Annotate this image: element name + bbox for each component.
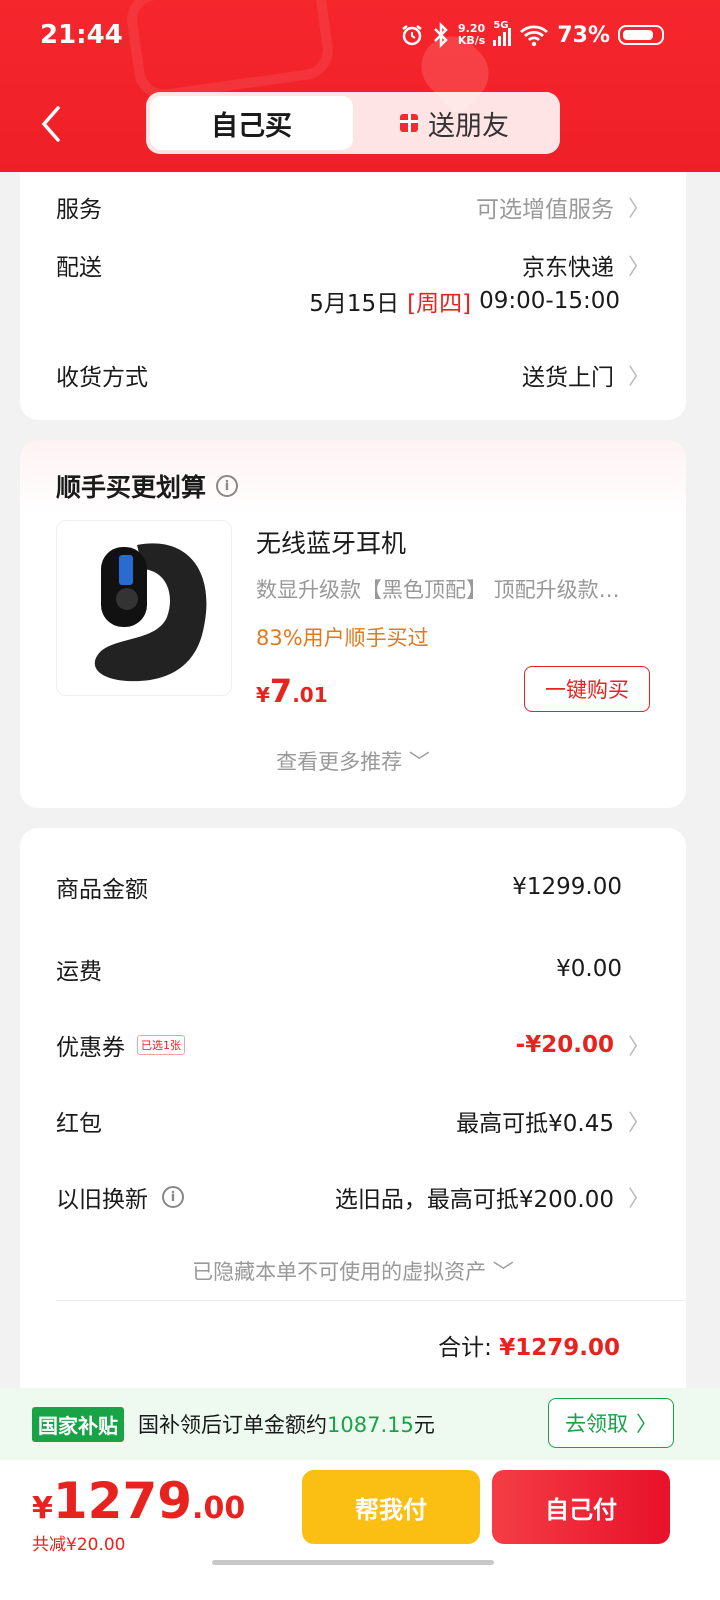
subsidy-text-b: 元: [413, 1413, 435, 1437]
signal-label: 5G: [493, 20, 509, 31]
delivery-card: 服务 可选增值服务 〉 配送 京东快递 〉 5月15日 [周四] 09:00-1…: [20, 172, 686, 420]
receive-value: 送货上门: [521, 365, 614, 391]
subsidy-text: 国补领后订单金额约1087.15元: [138, 1409, 435, 1439]
see-more-recommend[interactable]: 查看更多推荐 ﹀: [20, 746, 686, 776]
wifi-icon: [520, 25, 549, 47]
see-more-label: 查看更多推荐: [276, 750, 403, 774]
payable-price: ¥1279.00: [32, 1472, 245, 1530]
order-total: 合计: ¥1279.00: [438, 1328, 620, 1362]
coupon-label: 优惠券: [56, 1035, 125, 1061]
tab-self-buy[interactable]: 自己买: [150, 96, 353, 150]
tab-gift-label: 送朋友: [428, 110, 509, 142]
shipping-value: 京东快递: [521, 255, 614, 281]
freight-value: ¥0.00: [556, 956, 622, 982]
coupon-value: -¥20.00: [515, 1032, 614, 1058]
chevron-down-icon: ﹀: [408, 750, 430, 774]
gift-icon: [400, 114, 418, 132]
help-me-pay-button[interactable]: 帮我付: [302, 1470, 480, 1544]
checkout-bar: ¥1279.00 共减¥20.00 帮我付 自己付: [0, 1460, 720, 1600]
add-on-recommend-card: 顺手买更划算 i 无线蓝牙耳机 数显升级款【黑色顶配】 顶配升级款… 83%用户…: [20, 440, 686, 808]
delivery-window: 09:00-15:00: [479, 288, 620, 314]
delivery-time[interactable]: 5月15日 [周四] 09:00-15:00: [56, 284, 650, 318]
alarm-icon: [402, 25, 422, 46]
subsidy-text-a: 国补领后订单金额约: [138, 1413, 327, 1437]
chevron-right-icon: 〉: [636, 1412, 657, 1436]
earphone-product-image[interactable]: [56, 520, 232, 696]
battery-icon: [618, 25, 664, 45]
payable-dec: .00: [192, 1491, 246, 1526]
freight-label: 运费: [56, 959, 102, 985]
goods-amount-row: 商品金额 ¥1299.00: [56, 870, 650, 904]
top-header: 21:44 9.20 KB/s 5G 73% 自己买 送朋友: [0, 0, 720, 172]
trade-in-label: 以旧换新: [56, 1187, 148, 1213]
goods-amount-label: 商品金额: [56, 877, 148, 903]
service-value: 可选增值服务: [475, 197, 614, 223]
shipping-label: 配送: [56, 255, 102, 281]
coupon-row[interactable]: 优惠券 已选1张 -¥20.00 〉: [56, 1028, 650, 1062]
chevron-down-icon: ﹀: [492, 1260, 514, 1284]
home-indicator[interactable]: [212, 1560, 494, 1565]
recommend-title-text: 顺手买更划算: [56, 473, 207, 502]
total-label: 合计:: [438, 1335, 492, 1361]
trade-in-row[interactable]: 以旧换新 i 选旧品，最高可抵¥200.00 〉: [56, 1180, 650, 1214]
service-row[interactable]: 服务 可选增值服务 〉: [56, 190, 650, 224]
total-value: ¥1279.00: [499, 1335, 620, 1361]
receive-method-row[interactable]: 收货方式 送货上门 〉: [56, 358, 650, 392]
recommend-title: 顺手买更划算 i: [56, 468, 239, 504]
product-price: ¥7.01: [256, 672, 328, 710]
delivery-weekday: [周四]: [407, 291, 472, 317]
status-bar: 21:44 9.20 KB/s 5G 73%: [0, 18, 720, 58]
service-label: 服务: [56, 197, 102, 223]
chevron-right-icon: 〉: [627, 1035, 650, 1060]
hidden-assets-toggle[interactable]: 已隐藏本单不可使用的虚拟资产 ﹀: [20, 1256, 686, 1286]
hidden-assets-label: 已隐藏本单不可使用的虚拟资产: [192, 1260, 487, 1284]
payable-yen: ¥: [32, 1491, 53, 1526]
red-packet-label: 红包: [56, 1111, 102, 1137]
earphone-icon: [94, 543, 207, 682]
total-saved[interactable]: 共减¥20.00: [32, 1530, 125, 1555]
info-icon[interactable]: i: [162, 1186, 184, 1208]
red-packet-row[interactable]: 红包 最高可抵¥0.45 〉: [56, 1104, 650, 1138]
signal-icon: 5G: [493, 20, 512, 46]
self-pay-button[interactable]: 自己付: [492, 1470, 670, 1544]
product-spec[interactable]: 数显升级款【黑色顶配】 顶配升级款…: [256, 574, 662, 604]
price-yen: ¥: [256, 683, 270, 707]
status-icons: 9.20 KB/s 5G 73%: [400, 20, 664, 48]
goods-amount-value: ¥1299.00: [512, 874, 622, 900]
purchase-mode-switch: 自己买 送朋友: [146, 92, 560, 154]
red-packet-value: 最高可抵¥0.45: [456, 1111, 614, 1137]
claim-subsidy-button[interactable]: 去领取 〉: [548, 1398, 674, 1448]
price-dec: .01: [292, 683, 328, 707]
tab-self-buy-label: 自己买: [211, 110, 292, 142]
status-time: 21:44: [40, 20, 123, 50]
chevron-right-icon: 〉: [627, 197, 650, 222]
payable-int: 1279: [52, 1472, 193, 1530]
tab-gift-friend[interactable]: 送朋友: [353, 96, 556, 150]
freight-row: 运费 ¥0.00: [56, 952, 650, 986]
coupon-selected-tag: 已选1张: [137, 1035, 185, 1055]
net-speed: 9.20 KB/s: [457, 22, 486, 47]
info-icon[interactable]: i: [216, 475, 239, 497]
subsidy-amount: 1087.15: [327, 1413, 414, 1437]
divider: [56, 1300, 686, 1301]
shipping-row[interactable]: 配送 京东快递 〉: [56, 248, 650, 282]
one-click-buy-button[interactable]: 一键购买: [524, 666, 650, 712]
trade-in-value: 选旧品，最高可抵¥200.00: [334, 1187, 614, 1213]
receive-label: 收货方式: [56, 365, 148, 391]
battery-percent: 73%: [557, 22, 610, 48]
price-int: 7: [269, 672, 293, 710]
chevron-right-icon: 〉: [627, 1111, 650, 1136]
bluetooth-icon: [433, 22, 448, 48]
delivery-date: 5月15日: [309, 291, 400, 317]
product-name[interactable]: 无线蓝牙耳机: [256, 524, 406, 560]
chevron-right-icon: 〉: [627, 255, 650, 280]
bought-percentage: 83%用户顺手买过: [256, 626, 429, 650]
subsidy-badge: 国家补贴: [32, 1406, 124, 1442]
price-summary-card: 商品金额 ¥1299.00 运费 ¥0.00 优惠券 已选1张 -¥20.00 …: [20, 828, 686, 1388]
national-subsidy-bar: 国家补贴 国补领后订单金额约1087.15元 去领取 〉: [0, 1388, 720, 1460]
chevron-right-icon: 〉: [627, 365, 650, 390]
chevron-right-icon: 〉: [627, 1187, 650, 1212]
back-arrow-icon[interactable]: [38, 104, 64, 144]
claim-subsidy-label: 去领取: [565, 1412, 628, 1436]
